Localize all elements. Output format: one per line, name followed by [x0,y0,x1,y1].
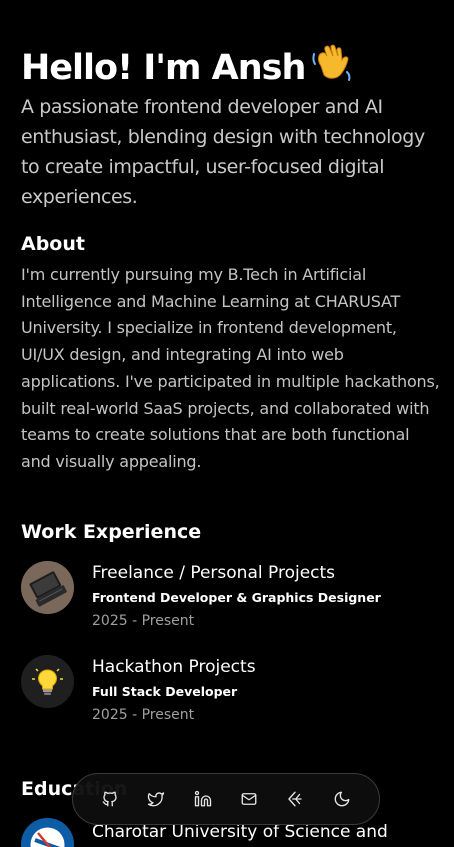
work-item-freelance[interactable]: Freelance / Personal Projects Frontend D… [21,561,441,631]
page: Hello! I'm Ansh A passionate frontend de… [0,0,454,847]
work-item-date: 2025 - Present [92,613,195,629]
work-item-title: Freelance / Personal Projects [92,563,336,583]
hero-subtitle: A passionate frontend developer and AI e… [21,96,425,208]
university-logo [21,818,74,847]
work-heading: Work Experience [21,521,202,543]
work-item-role: Full Stack Developer [92,684,238,699]
linkedin-icon[interactable] [188,784,218,814]
lightbulb-icon [21,655,74,708]
work-item-title: Hackathon Projects [92,657,256,677]
waving-hand-icon [311,44,353,91]
mail-icon[interactable] [234,784,264,814]
resume-icon[interactable] [280,784,310,814]
about-heading: About [21,233,85,255]
github-icon[interactable] [95,784,125,814]
hero-title: Hello! I'm Ansh [21,44,353,91]
education-item-title: Charotar University of Science and [92,822,388,842]
twitter-icon[interactable] [141,784,171,814]
laptop-icon [21,561,74,614]
about-text: I'm currently pursuing my B.Tech in Arti… [21,265,440,471]
social-dock [72,773,380,825]
theme-toggle-icon[interactable] [327,784,357,814]
hero-title-text: Hello! I'm Ansh [21,48,306,88]
work-item-date: 2025 - Present [92,707,195,723]
work-item-role: Frontend Developer & Graphics Designer [92,590,381,605]
work-item-hackathon[interactable]: Hackathon Projects Full Stack Developer … [21,655,441,725]
